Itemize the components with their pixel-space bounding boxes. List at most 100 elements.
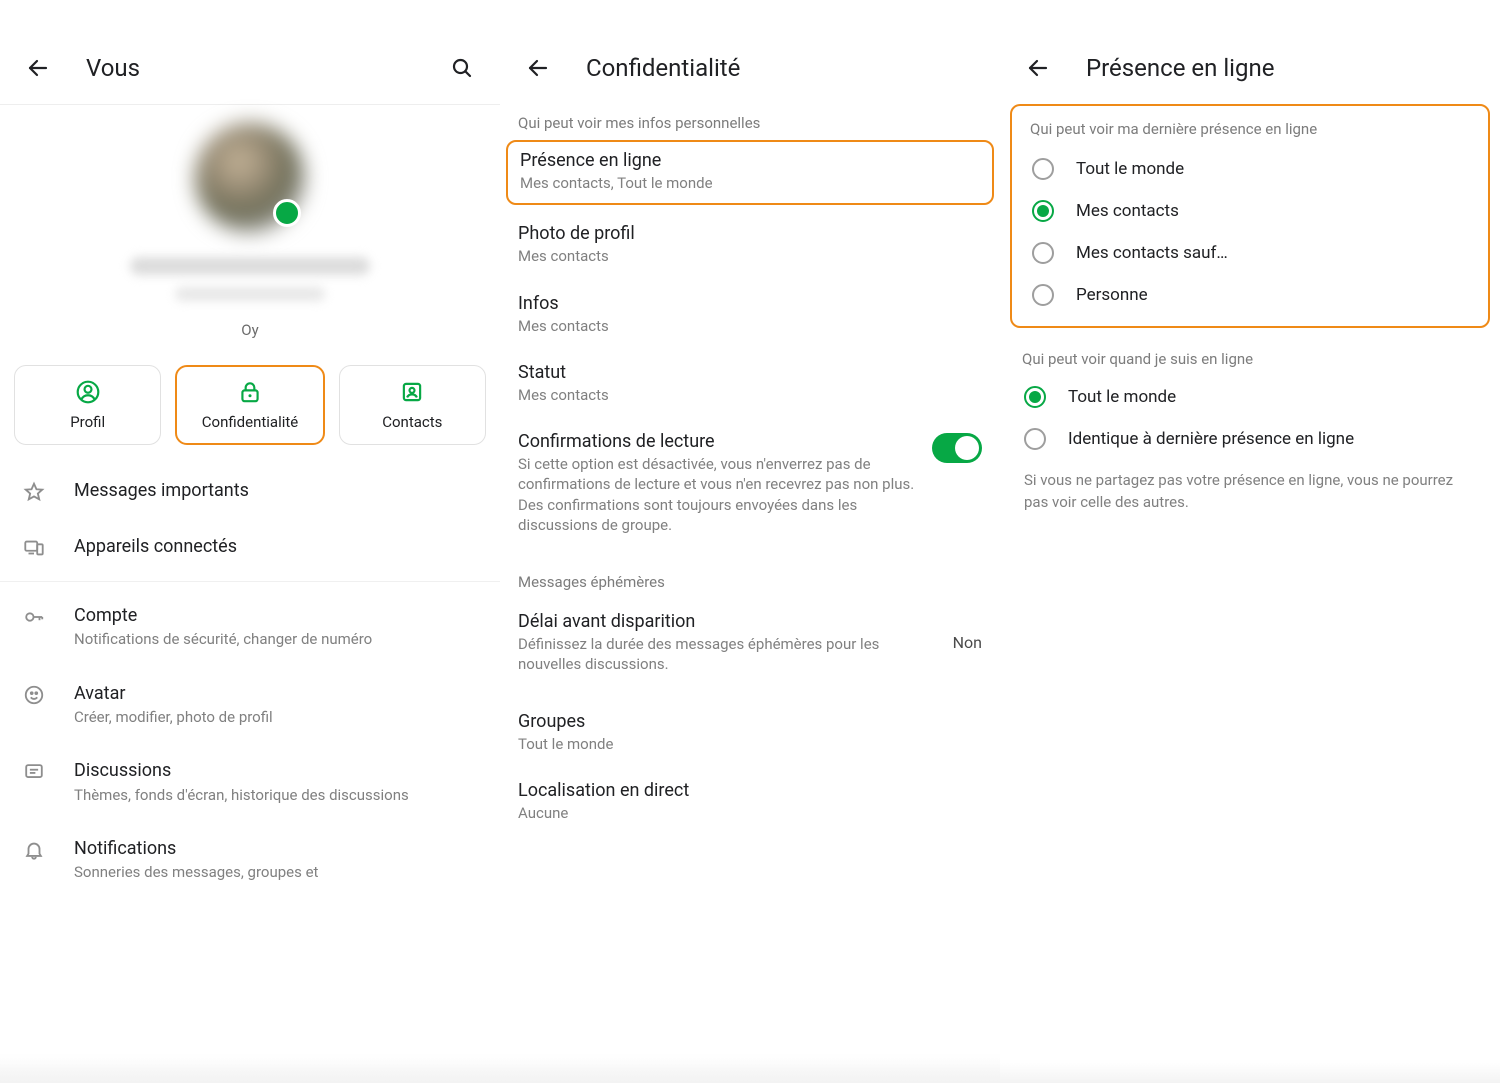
item-title: Confirmations de lecture	[518, 431, 918, 452]
pane-privacy: Confidentialité Qui peut voir mes infos …	[500, 0, 1000, 1083]
chip-label: Contacts	[382, 413, 442, 431]
item-title: Présence en ligne	[520, 150, 980, 171]
profile-name-blurred	[130, 257, 370, 275]
radio-label: Identique à dernière présence en ligne	[1068, 429, 1354, 449]
menu-title: Notifications	[74, 837, 478, 860]
chat-icon	[22, 761, 46, 783]
item-value: Non	[953, 633, 982, 652]
chip-row: Profil Confidentialité Contacts	[0, 365, 500, 463]
chip-contacts[interactable]: Contacts	[339, 365, 486, 445]
pane-you: Vous Oy Profil	[0, 0, 500, 1083]
menu-title: Messages importants	[74, 479, 478, 502]
devices-icon	[22, 537, 46, 559]
last-seen-options: Qui peut voir ma dernière présence en li…	[1010, 104, 1490, 328]
item-about[interactable]: Infos Mes contacts	[500, 281, 1000, 350]
toggle-switch[interactable]	[932, 433, 982, 463]
info-note: Si vous ne partagez pas votre présence e…	[1000, 460, 1500, 524]
item-sub: Mes contacts	[518, 316, 982, 336]
item-title: Infos	[518, 293, 982, 314]
profile-status: Oy	[241, 321, 258, 339]
radio-icon	[1032, 200, 1054, 222]
back-icon[interactable]	[518, 48, 558, 88]
radio-online-everyone[interactable]: Tout le monde	[1012, 376, 1488, 418]
item-live-location[interactable]: Localisation en direct Aucune	[500, 768, 1000, 837]
menu-title: Discussions	[74, 759, 478, 782]
chip-label: Profil	[70, 413, 105, 431]
item-title: Statut	[518, 362, 982, 383]
section-label: Qui peut voir ma dernière présence en li…	[1020, 112, 1480, 148]
item-sub: Tout le monde	[518, 734, 982, 754]
item-read-receipts[interactable]: Confirmations de lecture Si cette option…	[500, 419, 1000, 549]
page-title: Vous	[86, 54, 140, 82]
pane-last-seen: Présence en ligne Qui peut voir ma derni…	[1000, 0, 1500, 1083]
item-groups[interactable]: Groupes Tout le monde	[500, 689, 1000, 768]
radio-label: Mes contacts	[1076, 201, 1179, 221]
radio-everyone[interactable]: Tout le monde	[1020, 148, 1480, 190]
appbar: Confidentialité	[500, 40, 1000, 96]
key-icon	[22, 606, 46, 628]
avatar[interactable]	[195, 123, 305, 233]
chip-privacy[interactable]: Confidentialité	[175, 365, 324, 445]
item-default-timer[interactable]: Délai avant disparition Définissez la du…	[500, 599, 1000, 689]
divider	[0, 581, 500, 582]
item-sub: Aucune	[518, 803, 982, 823]
radio-icon	[1032, 242, 1054, 264]
radio-icon	[1032, 158, 1054, 180]
section-label: Qui peut voir mes infos personnelles	[500, 96, 1000, 140]
menu-account[interactable]: Compte Notifications de sécurité, change…	[0, 588, 500, 666]
menu-starred[interactable]: Messages importants	[0, 463, 500, 519]
item-profile-photo[interactable]: Photo de profil Mes contacts	[500, 211, 1000, 280]
avatar-icon	[22, 684, 46, 706]
chip-label: Confidentialité	[202, 413, 298, 431]
appbar: Présence en ligne	[1000, 40, 1500, 96]
radio-label: Mes contacts sauf…	[1076, 243, 1228, 263]
radio-contacts-except[interactable]: Mes contacts sauf…	[1020, 232, 1480, 274]
item-title: Photo de profil	[518, 223, 982, 244]
menu-title: Appareils connectés	[74, 535, 478, 558]
item-sub: Mes contacts, Tout le monde	[520, 173, 980, 193]
item-title: Groupes	[518, 711, 982, 732]
menu-sub: Thèmes, fonds d'écran, historique des di…	[74, 785, 478, 805]
item-sub: Mes contacts	[518, 385, 982, 405]
radio-icon	[1024, 386, 1046, 408]
star-icon	[22, 481, 46, 503]
menu-sub: Sonneries des messages, groupes et	[74, 862, 478, 882]
page-title: Confidentialité	[586, 54, 740, 82]
back-icon[interactable]	[1018, 48, 1058, 88]
menu-title: Avatar	[74, 682, 478, 705]
radio-online-same-as[interactable]: Identique à dernière présence en ligne	[1012, 418, 1488, 460]
item-sub: Mes contacts	[518, 246, 982, 266]
radio-icon	[1032, 284, 1054, 306]
contacts-icon	[399, 379, 425, 405]
radio-contacts[interactable]: Mes contacts	[1020, 190, 1480, 232]
menu-linked-devices[interactable]: Appareils connectés	[0, 519, 500, 575]
presence-dot-icon	[273, 199, 301, 227]
chip-profile[interactable]: Profil	[14, 365, 161, 445]
item-status[interactable]: Statut Mes contacts	[500, 350, 1000, 419]
item-last-seen[interactable]: Présence en ligne Mes contacts, Tout le …	[506, 140, 994, 205]
search-icon[interactable]	[442, 48, 482, 88]
menu-sub: Créer, modifier, photo de profil	[74, 707, 478, 727]
radio-label: Tout le monde	[1076, 159, 1184, 179]
radio-label: Personne	[1076, 285, 1148, 305]
item-title: Délai avant disparition	[518, 611, 939, 632]
radio-nobody[interactable]: Personne	[1020, 274, 1480, 316]
profile-block: Oy	[0, 105, 500, 365]
radio-label: Tout le monde	[1068, 387, 1176, 407]
item-sub: Définissez la durée des messages éphémèr…	[518, 634, 939, 675]
profile-sub-blurred	[175, 287, 325, 301]
radio-icon	[1024, 428, 1046, 450]
appbar: Vous	[0, 40, 500, 96]
item-title: Localisation en direct	[518, 780, 982, 801]
bell-icon	[22, 839, 46, 861]
page-title: Présence en ligne	[1086, 54, 1274, 82]
item-sub: Si cette option est désactivée, vous n'e…	[518, 454, 918, 535]
back-icon[interactable]	[18, 48, 58, 88]
profile-icon	[75, 379, 101, 405]
menu-avatar[interactable]: Avatar Créer, modifier, photo de profil	[0, 666, 500, 744]
section-label: Qui peut voir quand je suis en ligne	[1000, 346, 1500, 376]
menu-notifications[interactable]: Notifications Sonneries des messages, gr…	[0, 821, 500, 899]
lock-icon	[237, 379, 263, 405]
menu-sub: Notifications de sécurité, changer de nu…	[74, 629, 478, 649]
menu-chats[interactable]: Discussions Thèmes, fonds d'écran, histo…	[0, 743, 500, 821]
